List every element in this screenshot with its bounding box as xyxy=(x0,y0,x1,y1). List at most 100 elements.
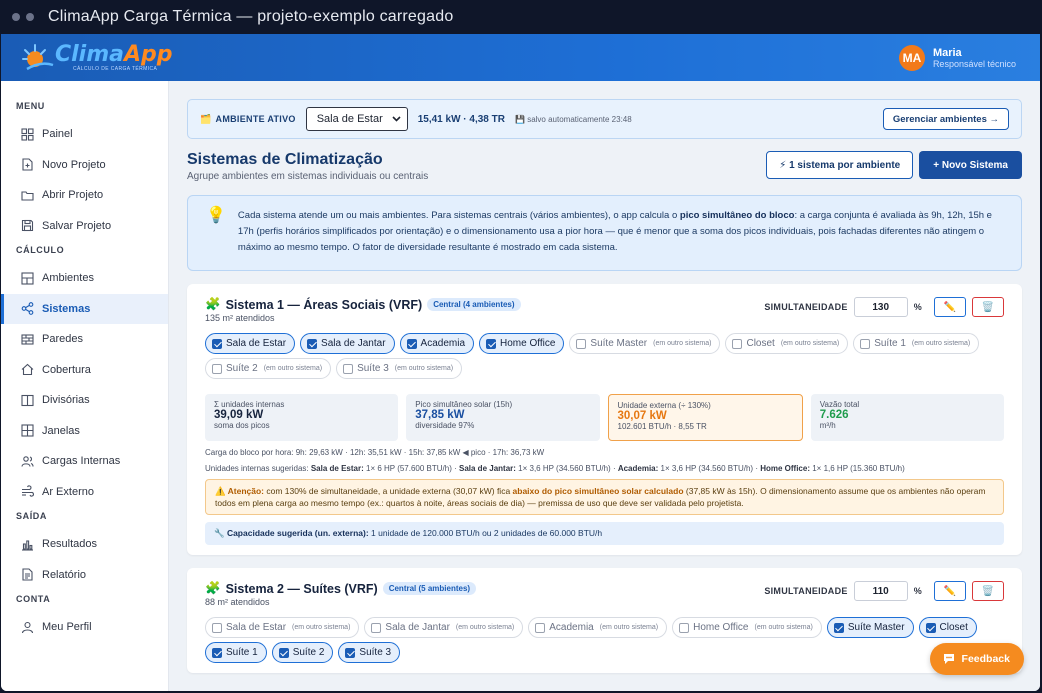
grid-icon xyxy=(21,128,34,141)
environment-chip[interactable]: Suíte 1 (em outro sistema) xyxy=(853,333,980,354)
environment-chip[interactable]: Sala de Estar (em outro sistema) xyxy=(205,617,360,638)
stat-box: Σ unidades internas 39,09 kW soma dos pi… xyxy=(205,394,399,441)
environment-chip[interactable]: Home Office (em outro sistema) xyxy=(672,617,822,638)
sidebar-item-painel[interactable]: Painel xyxy=(1,119,168,150)
sidebar-section-label: SAÍDA xyxy=(16,511,48,521)
environment-chip[interactable]: Academia xyxy=(399,333,475,354)
warning-box: ⚠️ Atenção: com 130% de simultaneidade, … xyxy=(205,479,1004,515)
sidebar-item-label: Resultados xyxy=(42,538,98,551)
brick-icon xyxy=(21,333,34,346)
edit-system-button[interactable]: ✏️ xyxy=(934,581,966,601)
sidebar-item-label: Janelas xyxy=(42,424,80,437)
environment-chip[interactable]: Suíte Master xyxy=(826,617,914,638)
brand-tagline: CÁLCULO DE CARGA TÉRMICA xyxy=(73,65,158,72)
system-card: 🧩 Sistema 2 — Suítes (VRF) Central (5 am… xyxy=(187,568,1022,673)
one-system-per-environment-button[interactable]: ⚡ 1 sistema por ambiente xyxy=(766,151,914,179)
edit-system-button[interactable]: ✏️ xyxy=(934,297,966,317)
sidebar-item-label: Abrir Projeto xyxy=(42,189,104,202)
sidebar-item-ar-externo[interactable]: Ar Externo xyxy=(1,477,168,508)
sidebar-section-label: CÁLCULO xyxy=(16,245,65,255)
new-system-button[interactable]: + Novo Sistema xyxy=(919,151,1022,179)
page-subtitle: Agrupe ambientes em sistemas individuais… xyxy=(187,171,429,182)
checkbox[interactable] xyxy=(278,647,289,658)
chat-icon xyxy=(943,654,954,664)
sidebar-item-label: Ar Externo xyxy=(42,485,94,498)
environment-chip[interactable]: Suíte Master (em outro sistema) xyxy=(569,333,721,354)
checkbox[interactable] xyxy=(486,338,497,349)
checkbox[interactable] xyxy=(345,647,356,658)
checkbox[interactable] xyxy=(860,338,871,349)
chevron-down-icon xyxy=(392,116,401,122)
user-menu[interactable]: MA Maria Responsável técnico xyxy=(898,44,1016,71)
sidebar-item-resultados[interactable]: Resultados xyxy=(1,529,168,560)
user-name: Maria xyxy=(932,46,962,59)
environment-chip[interactable]: Suíte 3 xyxy=(338,642,401,663)
feedback-button[interactable]: Feedback xyxy=(929,643,1024,675)
environment-select[interactable]: Sala de Estar xyxy=(305,107,408,131)
environment-chip[interactable]: Closet (em outro sistema) xyxy=(725,333,849,354)
sidebar-item-relatório[interactable]: Relatório xyxy=(1,560,168,591)
sidebar-item-paredes[interactable]: Paredes xyxy=(1,324,168,355)
bar-chart-icon xyxy=(21,538,34,551)
pencil-icon: ✏️ xyxy=(943,301,957,313)
checkbox[interactable] xyxy=(307,338,318,349)
save-icon xyxy=(21,219,34,232)
checkbox[interactable] xyxy=(406,338,417,349)
environment-chip[interactable]: Sala de Jantar xyxy=(300,333,395,354)
checkbox[interactable] xyxy=(212,363,222,374)
checkbox[interactable] xyxy=(535,622,546,633)
system-title: 🧩 Sistema 2 — Suítes (VRF) Central (5 am… xyxy=(205,581,477,596)
file-plus-icon xyxy=(21,158,34,171)
checkbox[interactable] xyxy=(576,338,587,349)
simultaneity-input[interactable]: 110 xyxy=(853,581,908,601)
manage-environments-button[interactable]: Gerenciar ambientes → xyxy=(882,108,1009,130)
environment-chip[interactable]: Sala de Estar xyxy=(205,333,296,354)
environment-chip[interactable]: Suíte 3 (em outro sistema) xyxy=(336,358,463,379)
sidebar-item-label: Sistemas xyxy=(42,302,91,315)
checkbox[interactable] xyxy=(212,338,222,349)
sidebar-item-divisórias[interactable]: Divisórias xyxy=(1,385,168,416)
checkbox[interactable] xyxy=(679,622,690,633)
environment-chip[interactable]: Suíte 2 (em outro sistema) xyxy=(205,358,332,379)
checkbox[interactable] xyxy=(212,622,222,633)
document-icon xyxy=(21,568,34,581)
environment-chip[interactable]: Home Office xyxy=(479,333,565,354)
sidebar-item-label: Relatório xyxy=(42,568,87,581)
sidebar-item-salvar-projeto[interactable]: Salvar Projeto xyxy=(1,211,168,242)
sidebar-item-sistemas[interactable]: Sistemas xyxy=(1,293,168,324)
sidebar-item-label: Cobertura xyxy=(42,363,91,376)
environment-chip[interactable]: Academia (em outro sistema) xyxy=(528,617,668,638)
checkbox[interactable] xyxy=(732,338,743,349)
avatar[interactable]: MA xyxy=(898,44,925,71)
checkbox[interactable] xyxy=(212,647,222,658)
environment-chip[interactable]: Sala de Jantar (em outro sistema) xyxy=(364,617,524,638)
environment-chip[interactable]: Suíte 1 xyxy=(205,642,267,663)
delete-system-button[interactable]: 🗑️ xyxy=(972,581,1004,601)
sidebar-item-cargas-internas[interactable]: Cargas Internas xyxy=(1,446,168,477)
environment-chip[interactable]: Closet xyxy=(918,617,977,638)
percent-unit: % xyxy=(913,302,922,312)
sidebar-item-janelas[interactable]: Janelas xyxy=(1,416,168,447)
sidebar-item-cobertura[interactable]: Cobertura xyxy=(1,355,168,386)
checkbox[interactable] xyxy=(343,363,354,374)
sidebar-item-ambientes[interactable]: Ambientes xyxy=(1,263,168,294)
sidebar-item-label: Salvar Projeto xyxy=(42,219,112,232)
environment-chip[interactable]: Suíte 2 xyxy=(271,642,334,663)
environment-chips: Sala de Estar Sala de Jantar Academia Ho… xyxy=(205,333,1004,379)
system-area: 88 m² atendidos xyxy=(205,597,270,607)
sidebar-item-novo-projeto[interactable]: Novo Projeto xyxy=(1,150,168,181)
info-text: Cada sistema atende um ou mais ambientes… xyxy=(237,210,992,253)
checkbox[interactable] xyxy=(371,622,382,633)
user-icon xyxy=(21,621,34,634)
checkbox[interactable] xyxy=(833,622,844,633)
share-icon xyxy=(21,302,34,316)
checkbox[interactable] xyxy=(925,622,936,633)
window-controls[interactable] xyxy=(12,13,34,21)
brand-logo[interactable]: ClimaApp CÁLCULO DE CARGA TÉRMICA xyxy=(21,41,173,75)
simultaneity-input[interactable]: 130 xyxy=(853,297,908,317)
layout-icon xyxy=(21,272,34,285)
save-icon: 💾 xyxy=(514,114,525,124)
sidebar-item-abrir-projeto[interactable]: Abrir Projeto xyxy=(1,180,168,211)
delete-system-button[interactable]: 🗑️ xyxy=(972,297,1004,317)
sidebar-item-meu-perfil[interactable]: Meu Perfil xyxy=(1,612,168,643)
